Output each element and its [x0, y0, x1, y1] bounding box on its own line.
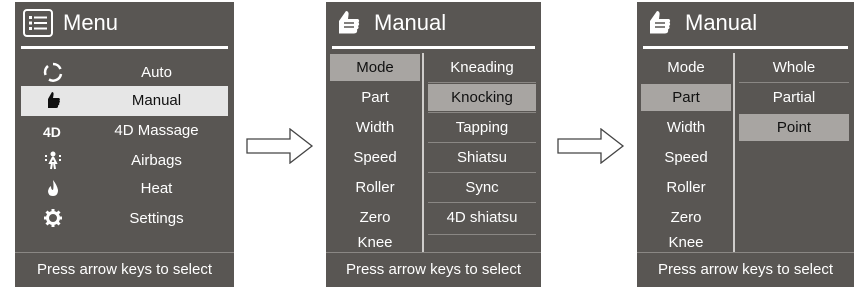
- left-item-roller[interactable]: Roller: [330, 174, 420, 201]
- option-separator: [428, 202, 536, 203]
- hand-thumbs-up-icon: [650, 11, 671, 34]
- right-arrow-icon: [557, 128, 625, 164]
- manual-header: Manual: [326, 2, 541, 44]
- menu-item-label: Airbags: [131, 152, 182, 169]
- option-whole[interactable]: Whole: [739, 54, 849, 81]
- left-item-mode[interactable]: Mode: [641, 54, 731, 81]
- left-item-zero[interactable]: Zero: [641, 204, 731, 231]
- menu-footer: Press arrow keys to select: [15, 252, 234, 287]
- header-separator: [332, 46, 535, 49]
- menu-item-manual[interactable]: Manual: [21, 86, 228, 116]
- footer-hint: Press arrow keys to select: [36, 261, 213, 278]
- menu-item-label: Auto: [141, 64, 172, 81]
- manual-title: Manual: [685, 10, 758, 35]
- manual-left-menu: Mode Part Width Speed Roller Zero Knee: [641, 54, 731, 254]
- auto-cycle-icon: [43, 62, 63, 82]
- left-item-width[interactable]: Width: [641, 114, 731, 141]
- left-item-mode[interactable]: Mode: [330, 54, 420, 81]
- option-4d-shiatsu[interactable]: 4D shiatsu: [428, 204, 536, 231]
- manual-part-options: Whole Partial Point: [739, 54, 849, 254]
- header-separator: [21, 46, 228, 49]
- menu-item-label: 4D Massage: [114, 122, 199, 139]
- left-item-width[interactable]: Width: [330, 114, 420, 141]
- gear-icon: [44, 209, 62, 227]
- manual-mode-options: Kneading Knocking Tapping Shiatsu Sync 4…: [428, 54, 536, 254]
- 4d-icon: 4D: [43, 124, 61, 140]
- option-separator: [428, 112, 536, 113]
- menu-header: Menu: [15, 2, 234, 44]
- menu-item-4d-massage[interactable]: 4D 4D Massage: [21, 118, 228, 146]
- option-shiatsu[interactable]: Shiatsu: [428, 144, 536, 171]
- left-item-part[interactable]: Part: [641, 84, 731, 111]
- manual-mode-screen: Manual Mode Part Width Speed Roller Zero…: [326, 2, 541, 287]
- footer-hint: Press arrow keys to select: [345, 261, 522, 278]
- option-sync[interactable]: Sync: [428, 174, 536, 201]
- hand-thumbs-up-icon: [339, 11, 360, 34]
- left-item-speed[interactable]: Speed: [641, 144, 731, 171]
- menu-item-label: Manual: [131, 92, 182, 109]
- airbags-figure-icon: [45, 151, 61, 170]
- left-item-part[interactable]: Part: [330, 84, 420, 111]
- manual-header: Manual: [637, 2, 854, 44]
- hand-thumbs-up-icon: [48, 92, 60, 108]
- menu-item-heat[interactable]: Heat: [21, 174, 228, 202]
- manual-title: Manual: [374, 10, 447, 35]
- left-item-zero[interactable]: Zero: [330, 204, 420, 231]
- menu-item-label: Heat: [140, 180, 173, 197]
- menu-item-auto[interactable]: Auto: [21, 58, 228, 86]
- option-separator: [428, 142, 536, 143]
- list-icon: [23, 9, 53, 37]
- option-separator: [428, 82, 536, 83]
- menu-screen: Menu Auto Manual 4D 4D Massage Airbags H…: [15, 2, 234, 287]
- option-separator: [739, 82, 849, 83]
- column-divider: [422, 53, 424, 252]
- option-point[interactable]: Point: [739, 114, 849, 141]
- left-item-roller[interactable]: Roller: [641, 174, 731, 201]
- option-partial[interactable]: Partial: [739, 84, 849, 111]
- menu-item-label: Settings: [129, 210, 184, 227]
- option-separator: [428, 234, 536, 235]
- column-divider: [733, 53, 735, 252]
- option-knocking[interactable]: Knocking: [428, 84, 536, 111]
- menu-item-airbags[interactable]: Airbags: [21, 146, 228, 174]
- option-tapping[interactable]: Tapping: [428, 114, 536, 141]
- flame-icon: [48, 180, 58, 196]
- footer-hint: Press arrow keys to select: [657, 261, 834, 278]
- menu-item-settings[interactable]: Settings: [21, 204, 228, 232]
- menu-title: Menu: [63, 10, 119, 35]
- manual-part-screen: Manual Mode Part Width Speed Roller Zero…: [637, 2, 854, 287]
- right-arrow-icon: [246, 128, 314, 164]
- header-separator: [643, 46, 848, 49]
- manual-footer: Press arrow keys to select: [637, 252, 854, 287]
- manual-footer: Press arrow keys to select: [326, 252, 541, 287]
- option-separator: [428, 172, 536, 173]
- left-item-speed[interactable]: Speed: [330, 144, 420, 171]
- option-kneading[interactable]: Kneading: [428, 54, 536, 81]
- manual-left-menu: Mode Part Width Speed Roller Zero Knee: [330, 54, 420, 254]
